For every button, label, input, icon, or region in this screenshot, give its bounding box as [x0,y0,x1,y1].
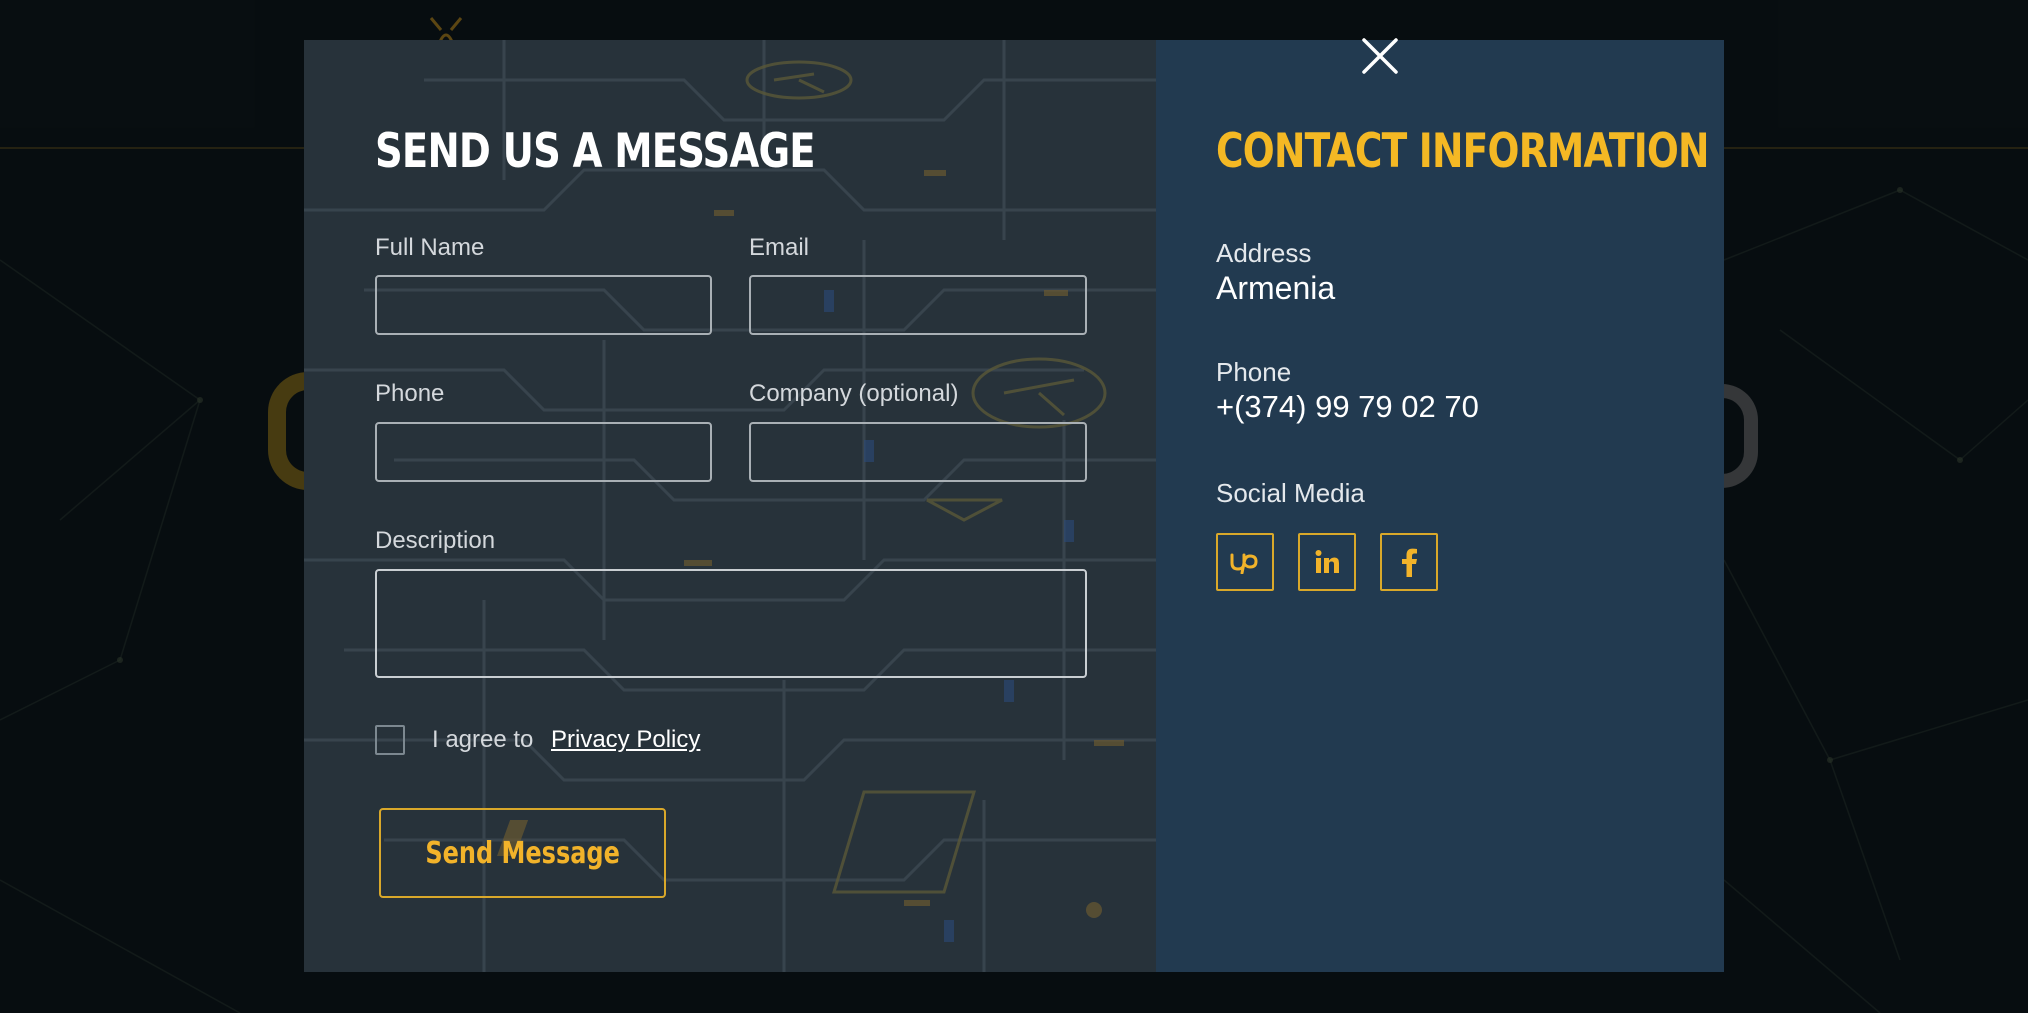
description-label: Description [375,527,496,554]
privacy-policy-link[interactable]: Privacy Policy [551,726,700,754]
agree-text: I agree to [432,726,534,753]
send-message-label: Send Message [425,835,620,871]
company-input[interactable] [749,422,1087,482]
contact-info-title: CONTACT INFORMATION [1216,124,1710,179]
close-icon [1362,38,1398,74]
facebook-icon [1402,548,1417,577]
upwork-icon [1230,553,1258,574]
social-media-label: Social Media [1216,478,1365,508]
linkedin-link[interactable] [1298,533,1356,591]
description-textarea[interactable] [375,569,1087,678]
phone-label: Phone [375,380,445,407]
address-label: Address [1216,238,1312,268]
message-form-panel: SEND US A MESSAGE Full Name Email Phone … [304,40,1156,972]
close-modal-button[interactable] [1356,32,1404,80]
send-message-button[interactable]: Send Message [379,808,666,898]
linkedin-icon [1315,550,1339,573]
upwork-link[interactable] [1216,533,1274,591]
phone-input[interactable] [375,422,712,482]
email-input[interactable] [749,275,1087,335]
social-links [1216,533,1438,591]
company-label: Company (optional) [749,380,959,407]
contact-info-panel: CONTACT INFORMATION Address Armenia Phon… [1156,40,1724,972]
email-label: Email [749,234,810,261]
message-form: SEND US A MESSAGE Full Name Email Phone … [375,40,1087,972]
phone-label: Phone [1216,357,1292,387]
full-name-input[interactable] [375,275,712,335]
facebook-link[interactable] [1380,533,1438,591]
full-name-label: Full Name [375,234,485,261]
contact-modal: SEND US A MESSAGE Full Name Email Phone … [304,40,1724,972]
form-title: SEND US A MESSAGE [375,124,816,179]
address-value: Armenia [1216,270,1336,306]
phone-value: +(374) 99 79 02 70 [1216,389,1479,424]
privacy-agree-checkbox[interactable] [375,725,405,755]
